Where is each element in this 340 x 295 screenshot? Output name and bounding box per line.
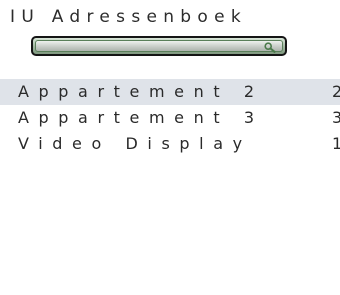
list-item[interactable]: Video Display 1 — [0, 131, 340, 157]
list-item[interactable]: Appartement 2 2 — [0, 79, 340, 105]
page-title: IU Adressenboek — [10, 7, 247, 27]
search-input[interactable] — [38, 41, 258, 51]
list-item-number: 2 — [332, 82, 340, 101]
address-list: Appartement 2 2 Appartement 3 3 Video Di… — [0, 79, 340, 157]
search-field[interactable] — [31, 36, 287, 56]
list-item-name: Video Display — [18, 134, 252, 153]
list-item-name: Appartement 3 — [18, 108, 264, 127]
search-field-inner[interactable] — [35, 40, 283, 53]
search-icon[interactable] — [264, 42, 276, 53]
list-item-number: 3 — [332, 108, 340, 127]
list-item[interactable]: Appartement 3 3 — [0, 105, 340, 131]
list-item-name: Appartement 2 — [18, 82, 264, 101]
list-item-number: 1 — [332, 134, 340, 153]
